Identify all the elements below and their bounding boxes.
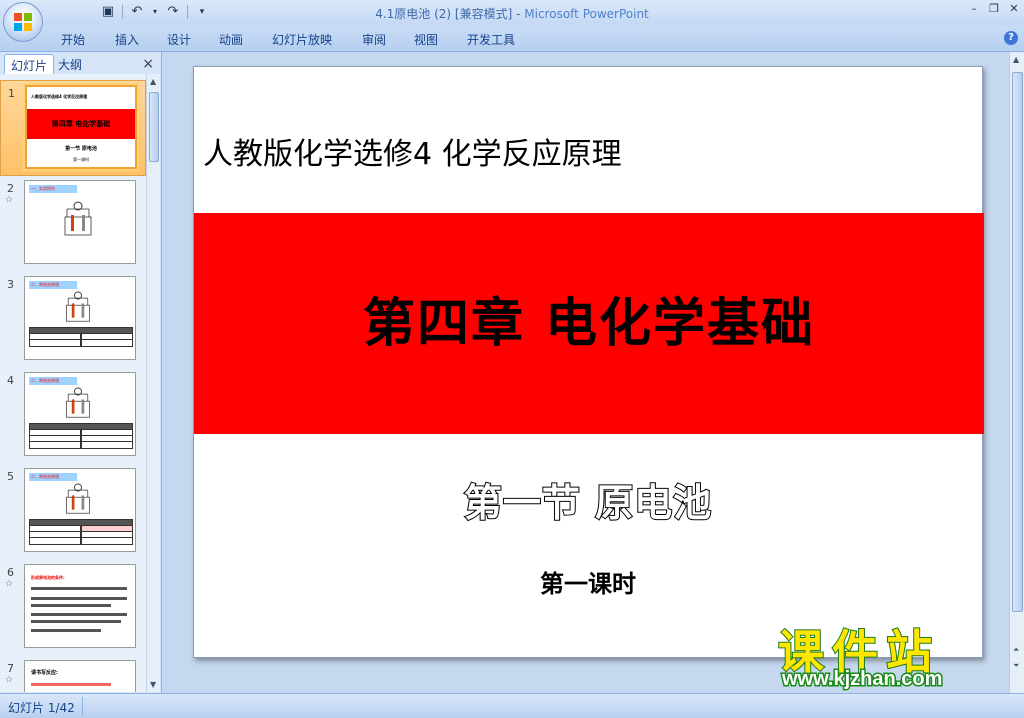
thumbnail-preview: 二、原电池原理 <box>24 276 136 360</box>
slide-thumbnail-5[interactable]: 5 二、原电池原理 <box>0 464 146 560</box>
thumb-subtitle2: 第一课时 <box>73 157 89 162</box>
help-icon[interactable]: ? <box>1004 31 1018 45</box>
thumb-subtitle: 第一节 原电池 <box>65 146 97 152</box>
close-panel-icon[interactable]: × <box>142 56 154 72</box>
close-icon[interactable]: ✕ <box>1008 3 1020 15</box>
slide-number: 5 <box>7 470 14 483</box>
window-controls: – ❐ ✕ <box>968 3 1020 15</box>
slide-thumbnail-7[interactable]: 7 ☆ 请书写反应: <box>0 656 146 692</box>
tab-view[interactable]: 视图 <box>414 31 438 48</box>
restore-icon[interactable]: ❐ <box>988 3 1000 15</box>
thumb-heading: 二、原电池原理 <box>29 377 77 385</box>
thumbnail-preview: 请书写反应: <box>24 660 136 692</box>
tab-review[interactable]: 审阅 <box>362 31 386 48</box>
slide-thumbnail-2[interactable]: 2 ☆ 一、实验探究 <box>0 176 146 272</box>
tab-animations[interactable]: 动画 <box>219 31 243 48</box>
window-title: 4.1原电池 (2) [兼容模式] - Microsoft PowerPoint <box>375 7 649 21</box>
tab-slides[interactable]: 幻灯片 <box>4 54 55 74</box>
ribbon-tabs: 开始 插入 设计 动画 幻灯片放映 审阅 视图 开发工具 ? <box>0 26 1024 52</box>
slide-counter: 幻灯片 1/42 <box>8 701 75 715</box>
thumb-heading: 形成原电池的条件: <box>31 575 65 580</box>
thumbnail-preview: 人教版化学选修4 化学反应原理 第四章 电化学基础 第一节 原电池 第一课时 <box>25 85 137 169</box>
tab-design[interactable]: 设计 <box>167 31 191 48</box>
thumbnail-preview: 二、原电池原理 <box>24 372 136 456</box>
thumb-text-line <box>31 620 121 623</box>
thumb-red-band: 第四章 电化学基础 <box>27 109 135 139</box>
thumbnails-scrollbar[interactable]: ▲ ▼ <box>146 74 160 692</box>
editor-scrollbar[interactable]: ▲ ⏶ ⏷ <box>1009 52 1024 693</box>
panel-tabs: 幻灯片 大纲 × <box>0 54 162 74</box>
thumbnail-preview: 形成原电池的条件: <box>24 564 136 648</box>
slide-number: 7 <box>7 662 14 675</box>
slide-thumbnails: 1 人教版化学选修4 化学反应原理 第四章 电化学基础 第一节 原电池 第一课时… <box>0 74 146 692</box>
minimize-icon[interactable]: – <box>968 3 980 15</box>
slide-thumbnail-3[interactable]: 3 二、原电池原理 <box>0 272 146 368</box>
status-bar: 幻灯片 1/42 <box>0 693 1024 718</box>
prev-slide-icon[interactable]: ⏶ <box>1013 645 1019 655</box>
tab-outline[interactable]: 大纲 <box>52 54 88 74</box>
thumb-heading: 一、实验探究 <box>29 185 77 193</box>
next-slide-icon[interactable]: ⏷ <box>1013 661 1019 671</box>
thumb-table <box>29 327 133 347</box>
office-logo-icon <box>14 13 32 31</box>
thumb-heading: 二、原电池原理 <box>29 281 77 289</box>
animation-star-icon: ☆ <box>5 195 14 205</box>
thumb-heading: 二、原电池原理 <box>29 473 77 481</box>
battery-apparatus-icon <box>66 291 90 322</box>
thumb-heading: 请书写反应: <box>31 670 59 676</box>
tab-insert[interactable]: 插入 <box>115 31 139 48</box>
status-separator <box>82 697 83 715</box>
battery-apparatus-icon <box>66 483 90 514</box>
slide-editor: 人教版化学选修4 化学反应原理 第四章 电化学基础 第一节 原电池 第一课时 <box>163 52 1009 693</box>
slide-number: 2 <box>7 182 14 195</box>
thumb-table <box>29 423 133 449</box>
thumb-text-line <box>31 629 101 632</box>
tab-developer[interactable]: 开发工具 <box>467 31 515 48</box>
slide-number: 3 <box>7 278 14 291</box>
thumb-text-line <box>31 604 111 607</box>
watermark-url: www.kjzhan.com <box>780 667 943 692</box>
thumb-text-line <box>31 683 111 686</box>
animation-star-icon: ☆ <box>5 579 14 589</box>
thumbnail-preview: 一、实验探究 <box>24 180 136 264</box>
slide-red-band[interactable]: 第四章 电化学基础 <box>194 213 984 434</box>
thumb-band-text: 第四章 电化学基础 <box>51 120 111 128</box>
title-bar: ▣ ↶ ▾ ↷ ▾ 4.1原电池 (2) [兼容模式] - Microsoft … <box>0 0 1024 42</box>
thumb-text-line <box>31 597 127 600</box>
scrollbar-thumb[interactable] <box>149 92 159 162</box>
battery-apparatus-icon <box>66 387 90 418</box>
slide-thumbnail-6[interactable]: 6 ☆ 形成原电池的条件: <box>0 560 146 656</box>
thumb-text-line <box>31 587 127 590</box>
thumb-title: 人教版化学选修4 化学反应原理 <box>31 94 88 99</box>
tab-home[interactable]: 开始 <box>61 31 85 48</box>
slide-subtitle2[interactable]: 第一课时 <box>194 564 982 599</box>
slide-band-text: 第四章 电化学基础 <box>362 294 816 354</box>
slide-title[interactable]: 人教版化学选修4 化学反应原理 <box>203 129 622 173</box>
current-slide[interactable]: 人教版化学选修4 化学反应原理 第四章 电化学基础 第一节 原电池 第一课时 <box>193 66 984 658</box>
slide-subtitle[interactable]: 第一节 原电池 <box>194 472 982 527</box>
animation-star-icon: ☆ <box>5 675 14 685</box>
battery-apparatus-icon <box>64 201 92 236</box>
thumb-text-line <box>31 613 127 616</box>
scrollbar-thumb[interactable] <box>1012 72 1023 612</box>
office-button[interactable] <box>3 2 43 42</box>
slide-thumbnail-1[interactable]: 1 人教版化学选修4 化学反应原理 第四章 电化学基础 第一节 原电池 第一课时 <box>0 80 146 176</box>
watermark-logo: 课件站 www.kjzhan.com <box>774 616 1006 694</box>
slide-number: 6 <box>7 566 14 579</box>
slide-number: 4 <box>7 374 14 387</box>
slide-thumbnail-4[interactable]: 4 二、原电池原理 <box>0 368 146 464</box>
scroll-down-icon[interactable]: ▼ <box>150 680 156 689</box>
thumb-table <box>29 519 133 545</box>
thumbnail-preview: 二、原电池原理 <box>24 468 136 552</box>
slides-panel: 幻灯片 大纲 × 1 人教版化学选修4 化学反应原理 第四章 电化学基础 第一节… <box>0 52 162 693</box>
slide-number: 1 <box>8 87 15 100</box>
scroll-up-icon[interactable]: ▲ <box>150 77 156 86</box>
tab-slideshow[interactable]: 幻灯片放映 <box>272 31 332 48</box>
scroll-up-icon[interactable]: ▲ <box>1013 55 1019 64</box>
